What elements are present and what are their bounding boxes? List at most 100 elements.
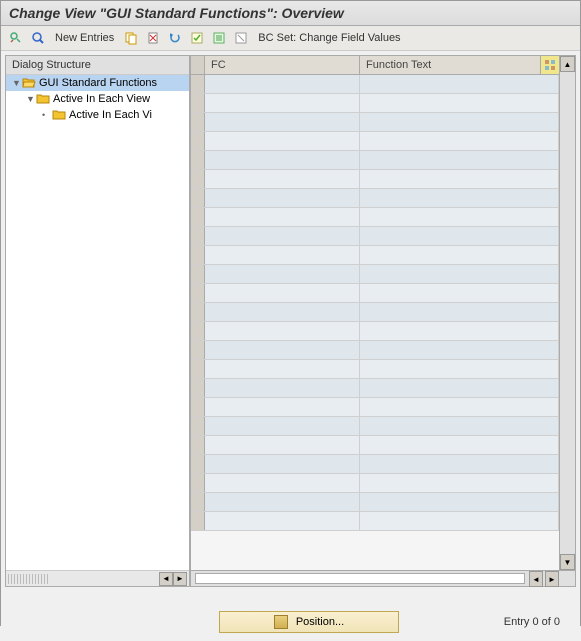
tool-other-view-icon[interactable] [7,29,25,47]
row-selector[interactable] [191,113,205,131]
row-selector[interactable] [191,227,205,245]
row-selector[interactable] [191,360,205,378]
table-row[interactable] [191,189,559,208]
column-function-text-header[interactable]: Function Text [360,56,541,74]
tree-item-active-each-view-2[interactable]: • Active In Each Vi [6,107,189,123]
cell-fc[interactable] [205,379,360,397]
table-row[interactable] [191,322,559,341]
tool-select-all-icon[interactable] [188,29,206,47]
row-selector[interactable] [191,284,205,302]
cell-function-text[interactable] [360,436,559,454]
table-row[interactable] [191,303,559,322]
row-selector[interactable] [191,493,205,511]
table-row[interactable] [191,208,559,227]
table-row[interactable] [191,132,559,151]
cell-fc[interactable] [205,246,360,264]
cell-function-text[interactable] [360,170,559,188]
cell-fc[interactable] [205,360,360,378]
table-row[interactable] [191,113,559,132]
table-row[interactable] [191,246,559,265]
table-row[interactable] [191,75,559,94]
cell-fc[interactable] [205,284,360,302]
cell-function-text[interactable] [360,151,559,169]
cell-function-text[interactable] [360,265,559,283]
tool-undo-icon[interactable] [166,29,184,47]
row-selector[interactable] [191,189,205,207]
scroll-right-icon[interactable]: ► [545,571,559,587]
cell-function-text[interactable] [360,284,559,302]
expand-icon[interactable]: ▼ [26,94,36,104]
cell-function-text[interactable] [360,493,559,511]
tree-item-gui-standard-functions[interactable]: ▼ GUI Standard Functions [6,75,189,91]
table-row[interactable] [191,94,559,113]
cell-fc[interactable] [205,208,360,226]
cell-function-text[interactable] [360,398,559,416]
cell-fc[interactable] [205,132,360,150]
cell-function-text[interactable] [360,360,559,378]
table-row[interactable] [191,455,559,474]
horizontal-scrollbar[interactable]: ◄ ► [191,570,575,586]
table-row[interactable] [191,227,559,246]
tool-delete-icon[interactable] [144,29,162,47]
cell-function-text[interactable] [360,474,559,492]
tool-copy-icon[interactable] [122,29,140,47]
cell-fc[interactable] [205,303,360,321]
row-selector[interactable] [191,75,205,93]
cell-function-text[interactable] [360,94,559,112]
table-row[interactable] [191,398,559,417]
row-selector[interactable] [191,265,205,283]
tree-item-active-each-view-1[interactable]: ▼ Active In Each View [6,91,189,107]
cell-fc[interactable] [205,265,360,283]
table-row[interactable] [191,512,559,531]
cell-function-text[interactable] [360,512,559,530]
cell-function-text[interactable] [360,455,559,473]
row-selector-header[interactable] [191,56,205,74]
row-selector[interactable] [191,379,205,397]
cell-fc[interactable] [205,417,360,435]
cell-function-text[interactable] [360,208,559,226]
cell-function-text[interactable] [360,417,559,435]
cell-fc[interactable] [205,151,360,169]
row-selector[interactable] [191,398,205,416]
cell-fc[interactable] [205,436,360,454]
cell-function-text[interactable] [360,322,559,340]
row-selector[interactable] [191,341,205,359]
table-row[interactable] [191,474,559,493]
row-selector[interactable] [191,303,205,321]
scroll-track[interactable] [560,72,575,554]
row-selector[interactable] [191,436,205,454]
cell-function-text[interactable] [360,227,559,245]
cell-fc[interactable] [205,341,360,359]
row-selector[interactable] [191,474,205,492]
row-selector[interactable] [191,322,205,340]
cell-function-text[interactable] [360,246,559,264]
table-row[interactable] [191,170,559,189]
row-selector[interactable] [191,94,205,112]
resize-handle-icon[interactable] [8,574,48,584]
table-row[interactable] [191,341,559,360]
tool-find-icon[interactable] [29,29,47,47]
cell-fc[interactable] [205,455,360,473]
cell-fc[interactable] [205,398,360,416]
cell-fc[interactable] [205,512,360,530]
cell-fc[interactable] [205,493,360,511]
cell-fc[interactable] [205,170,360,188]
table-row[interactable] [191,151,559,170]
row-selector[interactable] [191,151,205,169]
table-row[interactable] [191,265,559,284]
cell-function-text[interactable] [360,189,559,207]
cell-fc[interactable] [205,474,360,492]
bc-set-button[interactable]: BC Set: Change Field Values [254,32,404,44]
scroll-up-icon[interactable]: ▲ [560,56,575,72]
cell-fc[interactable] [205,227,360,245]
scroll-left-icon[interactable]: ◄ [159,572,173,586]
cell-fc[interactable] [205,94,360,112]
row-selector[interactable] [191,246,205,264]
table-row[interactable] [191,360,559,379]
row-selector[interactable] [191,170,205,188]
cell-function-text[interactable] [360,341,559,359]
hscroll-track[interactable] [195,573,525,584]
cell-function-text[interactable] [360,113,559,131]
cell-fc[interactable] [205,75,360,93]
table-row[interactable] [191,417,559,436]
